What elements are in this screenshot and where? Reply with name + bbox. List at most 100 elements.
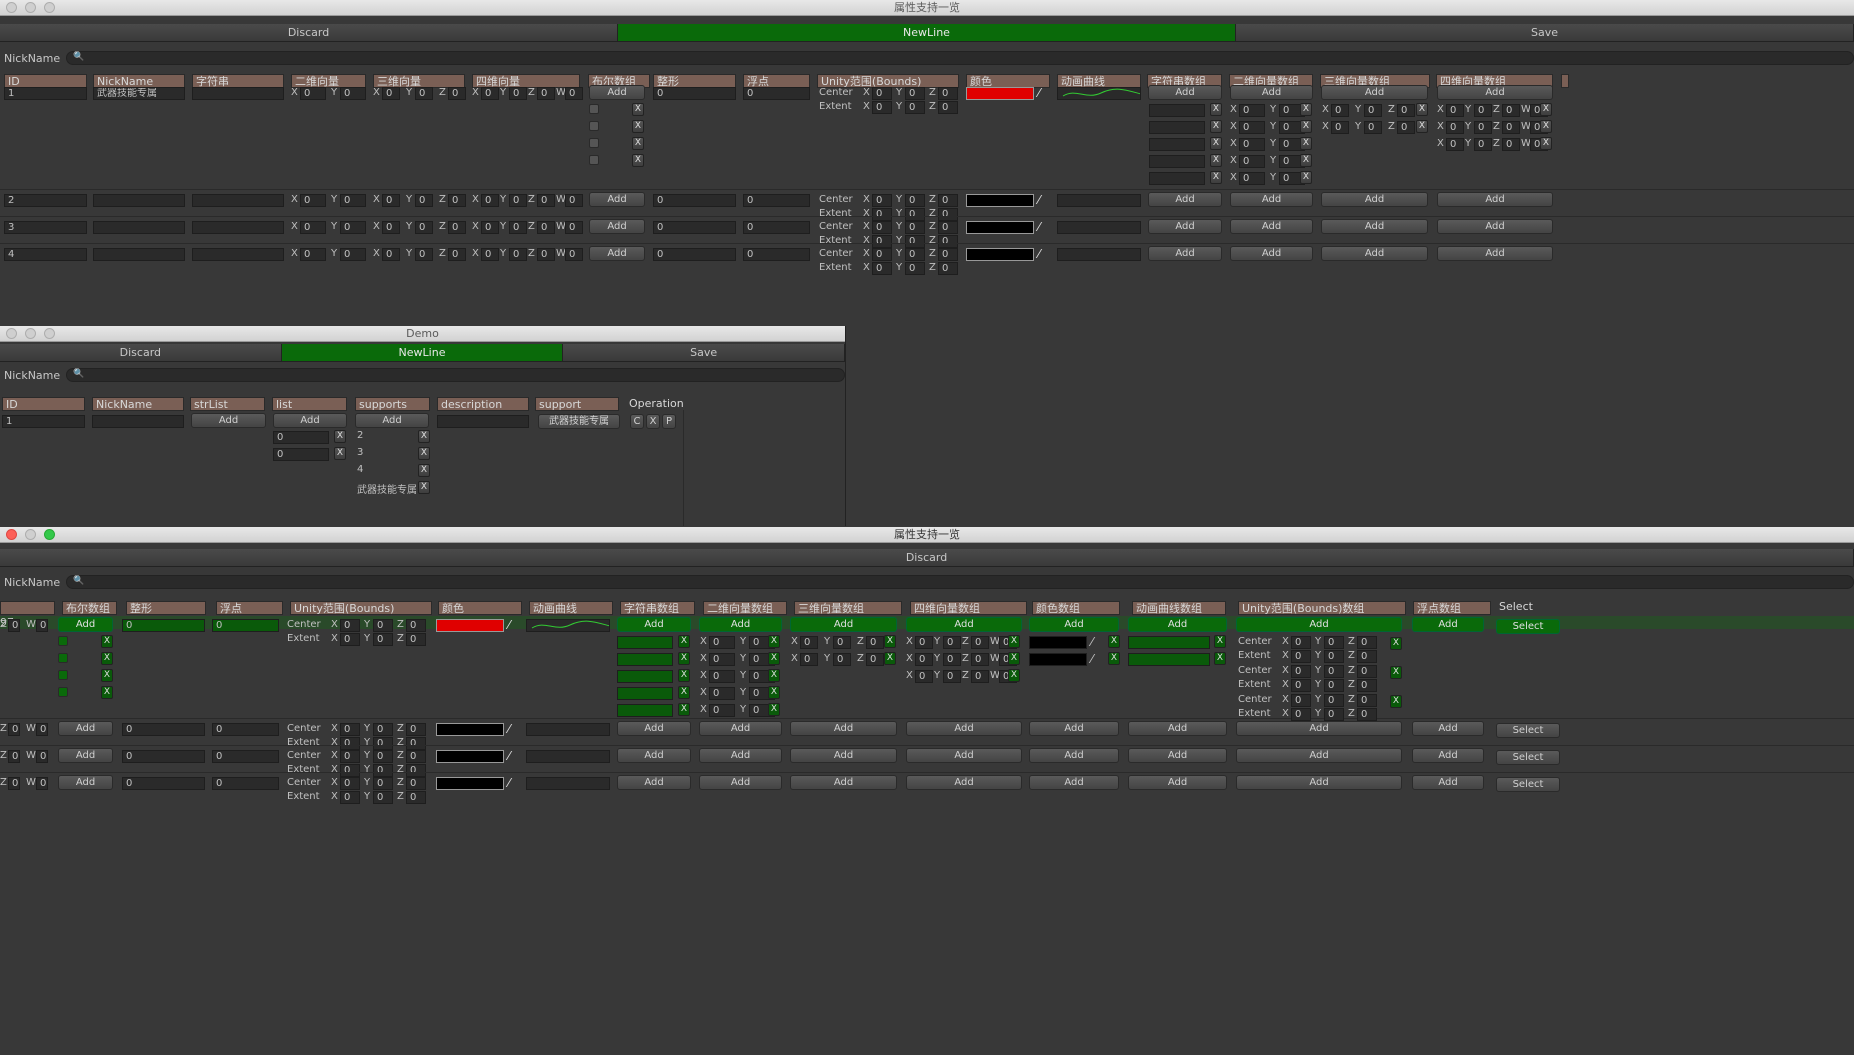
vector-component-field[interactable]: 0 [800,653,818,666]
remove-button[interactable]: X [1008,652,1020,665]
vector-component-field[interactable]: 0 [872,101,892,114]
bool-checkbox[interactable] [589,138,599,148]
column-header[interactable]: 三维向量 [373,74,465,88]
remove-button[interactable]: X [678,652,690,665]
add-button[interactable]: Add [1230,246,1313,261]
curve-field[interactable] [1057,87,1141,100]
vector-component-field[interactable]: 0 [938,248,958,261]
search-input[interactable]: 🔍 [66,368,845,382]
operation-p-button[interactable]: P [662,414,676,429]
save-button[interactable]: Save [563,344,845,361]
remove-button[interactable]: X [418,447,430,460]
add-button[interactable]: Add [589,219,645,234]
string-array-field[interactable] [1149,155,1205,168]
bool-checkbox[interactable] [589,121,599,131]
eyedropper-icon[interactable]: ⁄ [508,749,510,763]
string-array-field[interactable] [617,653,673,666]
add-button[interactable]: Add [1437,246,1553,261]
vector-component-field[interactable]: 0 [938,101,958,114]
close-icon[interactable] [6,328,17,339]
vector-component-field[interactable]: 0 [915,670,933,683]
vector-component-field[interactable]: 0 [1291,694,1311,707]
remove-button[interactable]: X [101,635,113,648]
vector-component-field[interactable]: 0 [1397,121,1415,134]
vector-component-field[interactable]: 0 [709,636,735,649]
add-button[interactable]: Add [906,775,1022,790]
column-header[interactable]: 二维向量数组 [703,601,787,615]
add-button[interactable]: Add [1230,219,1313,234]
column-header[interactable]: 布尔数组 [62,601,117,615]
vector-component-field[interactable]: 0 [406,723,426,736]
nickname-field[interactable] [92,415,184,428]
vector-component-field[interactable]: 0 [8,619,20,632]
vector-component-field[interactable]: 0 [340,633,360,646]
vector-component-field[interactable]: 0 [1291,708,1311,721]
vector-component-field[interactable]: 0 [373,777,393,790]
add-button[interactable]: Add [1412,775,1484,790]
int-field[interactable]: 0 [653,194,736,207]
color-field[interactable] [436,750,504,763]
add-button[interactable]: Add [1437,192,1553,207]
close-icon[interactable] [6,2,17,13]
vector-component-field[interactable]: 0 [415,248,433,261]
vector-component-field[interactable]: 0 [300,221,326,234]
add-button[interactable]: Add [58,748,113,763]
int-field[interactable]: 0 [653,221,736,234]
bool-checkbox[interactable] [589,155,599,165]
add-button[interactable]: Add [1148,219,1222,234]
add-button[interactable]: Add [699,748,782,763]
vector-component-field[interactable]: 0 [340,750,360,763]
add-button[interactable]: Add [1236,721,1402,736]
vector-component-field[interactable]: 0 [938,262,958,275]
vector-component-field[interactable]: 0 [373,764,393,777]
add-button[interactable]: Add [589,246,645,261]
curve-field[interactable] [1057,221,1141,234]
vector-component-field[interactable]: 0 [872,262,892,275]
remove-button[interactable]: X [632,137,644,150]
add-button[interactable]: Add [1148,192,1222,207]
vector-component-field[interactable]: 0 [1357,708,1377,721]
vector-component-field[interactable]: 0 [509,248,527,261]
column-header[interactable]: 整形 [126,601,206,615]
float-field[interactable]: 0 [743,221,810,234]
vector-component-field[interactable]: 0 [1324,679,1344,692]
vector-component-field[interactable]: 0 [1357,665,1377,678]
remove-button[interactable]: X [1390,666,1402,679]
column-header[interactable]: 浮点 [216,601,283,615]
column-header[interactable]: 四维向量 [472,74,580,88]
vector-component-field[interactable]: 0 [1397,104,1415,117]
vector-component-field[interactable]: 0 [1291,636,1311,649]
add-button[interactable]: Add [790,721,897,736]
vector-component-field[interactable]: 0 [938,208,958,221]
remove-button[interactable]: X [1416,120,1428,133]
remove-button[interactable]: X [1210,103,1222,116]
vector-component-field[interactable]: 0 [537,87,555,100]
remove-button[interactable]: X [101,669,113,682]
vector-component-field[interactable]: 0 [36,750,48,763]
add-button[interactable]: Add [906,617,1022,632]
vector-component-field[interactable]: 0 [8,723,20,736]
vector-component-field[interactable]: 0 [905,194,925,207]
float-field[interactable]: 0 [743,248,810,261]
select-button[interactable]: Select [1496,723,1560,738]
window-titlebar[interactable]: Demo [0,326,845,342]
vector-component-field[interactable]: 0 [509,221,527,234]
vector-component-field[interactable]: 0 [915,653,933,666]
add-button[interactable]: Add [1029,617,1119,632]
vector-component-field[interactable]: 0 [938,194,958,207]
vector-component-field[interactable]: 0 [1357,679,1377,692]
vector-component-field[interactable]: 0 [915,636,933,649]
add-button[interactable]: Add [1437,85,1553,100]
vector-component-field[interactable]: 0 [709,653,735,666]
color-field[interactable] [436,619,504,632]
vector-component-field[interactable]: 0 [1239,172,1265,185]
vector-component-field[interactable]: 0 [938,235,958,248]
string-field[interactable] [192,221,284,234]
vector-component-field[interactable]: 0 [1331,104,1349,117]
id-field[interactable]: 1 [2,415,85,428]
support-select-button[interactable]: 武器技能专属 [538,414,620,429]
vector-component-field[interactable]: 0 [340,248,366,261]
zoom-icon[interactable] [44,2,55,13]
vector-component-field[interactable]: 0 [971,670,989,683]
vector-component-field[interactable]: 0 [800,636,818,649]
